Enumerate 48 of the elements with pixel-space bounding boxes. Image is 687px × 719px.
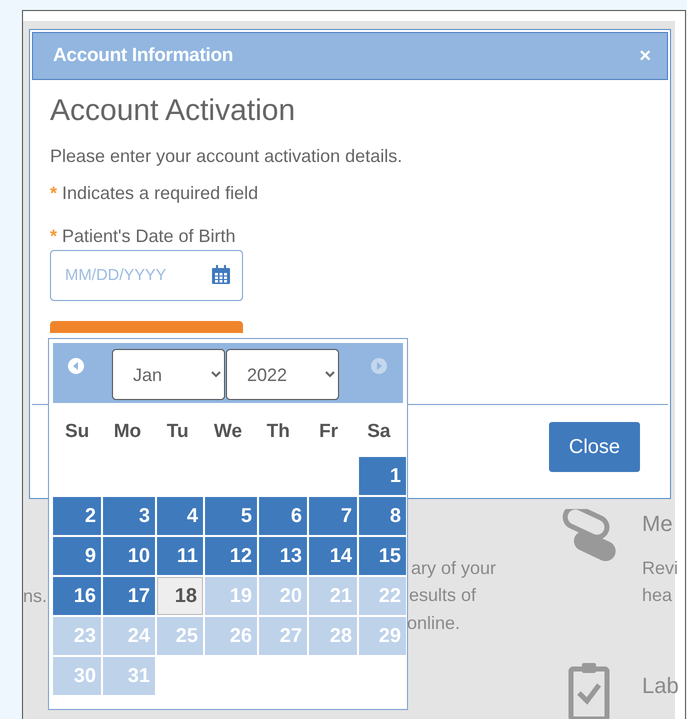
- section-text: ns.: [23, 586, 48, 608]
- required-mark: *: [50, 183, 58, 204]
- calendar-day[interactable]: 14: [309, 537, 357, 575]
- previous-month-icon[interactable]: [67, 357, 85, 375]
- calendar-day[interactable]: 13: [259, 537, 307, 575]
- clipboard-icon: [568, 661, 610, 719]
- weekday-label: Tu: [166, 421, 190, 443]
- calendar-day[interactable]: 15: [359, 537, 406, 575]
- section-text: esults of: [409, 585, 476, 607]
- section-text: ary of your: [411, 558, 496, 580]
- field-label: Patient's Date of Birth: [62, 226, 236, 247]
- calendar-day[interactable]: 4: [157, 497, 203, 535]
- calendar-day[interactable]: 10: [103, 537, 155, 575]
- calendar-icon[interactable]: [211, 265, 231, 285]
- calendar-day[interactable]: 11: [157, 537, 203, 575]
- calendar-day[interactable]: 1: [359, 457, 406, 495]
- weekday-label: We: [212, 421, 244, 443]
- date-field[interactable]: MM/DD/YYYY: [50, 250, 243, 301]
- weekday-label: Su: [64, 421, 90, 443]
- section-text: online.: [407, 613, 460, 635]
- calendar-day[interactable]: 18: [157, 577, 203, 615]
- calendar-day[interactable]: 9: [53, 537, 101, 575]
- calendar-day[interactable]: 12: [205, 537, 257, 575]
- calendar-day[interactable]: 8: [359, 497, 406, 535]
- weekday-label: Fr: [318, 421, 340, 443]
- weekday-label: Mo: [112, 421, 142, 443]
- section-text: Revi: [642, 558, 678, 580]
- calendar-day[interactable]: 7: [309, 497, 357, 535]
- weekday-label: Th: [266, 421, 291, 443]
- page-heading: Account Activation: [50, 94, 296, 128]
- dialog-title: Account Information: [53, 45, 234, 67]
- next-month-icon[interactable]: [370, 357, 388, 375]
- weekday-label: Sa: [366, 421, 392, 443]
- required-note: Indicates a required field: [62, 183, 258, 204]
- calendar-day[interactable]: 17: [103, 577, 155, 615]
- calendar-day[interactable]: 6: [259, 497, 307, 535]
- calendar-day[interactable]: 16: [53, 577, 101, 615]
- intro-text: Please enter your account activation details.: [50, 146, 404, 167]
- section-heading: Lab: [642, 673, 679, 700]
- section-text: hea: [642, 585, 672, 607]
- year-select[interactable]: 2022: [226, 349, 339, 400]
- calendar-day[interactable]: 2: [53, 497, 101, 535]
- month-select[interactable]: Jan: [112, 349, 225, 400]
- required-mark: *: [50, 226, 58, 247]
- section-heading: Me: [642, 511, 673, 538]
- close-button[interactable]: Close: [549, 422, 640, 472]
- calendar-day[interactable]: 3: [103, 497, 155, 535]
- calendar-day[interactable]: 5: [205, 497, 257, 535]
